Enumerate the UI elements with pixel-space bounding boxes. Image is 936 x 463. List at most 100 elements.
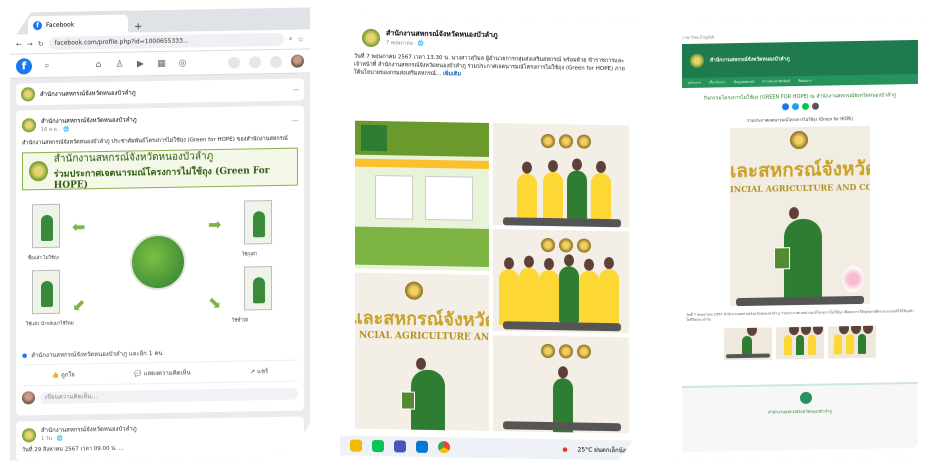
home-icon[interactable]: ⌂	[93, 59, 105, 69]
footer-logo	[800, 392, 812, 404]
nav-item[interactable]: ข่าวประชาสัมพันธ์	[762, 78, 790, 84]
share-label: แชร์	[257, 368, 269, 376]
comment-input[interactable]: เขียนความคิดเห็น...	[40, 387, 298, 404]
gallery-thumbnail[interactable]	[724, 327, 772, 360]
marketplace-icon[interactable]: ▦	[156, 58, 168, 68]
post-author[interactable]: สำนักงานสหกรณ์จังหวัดหนองบัวลำภู	[41, 425, 137, 434]
nav-item[interactable]: ติดต่อเรา	[798, 78, 812, 84]
forward-icon[interactable]: →	[27, 40, 33, 48]
see-more-link[interactable]: เพิ่มเติม	[443, 71, 461, 77]
post-text: สำนักงานสหกรณ์จังหวัดหนองบัวลำภู ประชาสั…	[22, 135, 288, 147]
search-icon[interactable]: ⌕	[41, 60, 53, 70]
gallery-thumbnails	[672, 325, 928, 361]
post-avatar[interactable]	[22, 118, 36, 132]
facebook-photo-post-panel: สำนักงานสหกรณ์จังหวัดหนองบัวลำภู 7 พฤษภา…	[340, 15, 640, 460]
cooperative-seal-icon	[29, 161, 48, 181]
new-tab-button[interactable]: +	[134, 21, 142, 32]
post-body: วันที่ 7 พฤษภาคม 2567 เวลา 13.30 น. นางส…	[354, 53, 625, 78]
post-time[interactable]: 7 พฤษภาคม · 🌐	[386, 39, 498, 49]
facebook-browser-panel: f Facebook + ← → ↻ facebook.com/profile.…	[10, 7, 310, 460]
friends-icon[interactable]: ♙	[114, 59, 126, 69]
banner-line-2: ร่วมประกาศเจตนารมณ์โครงการไม่ใช้ถุง (Gre…	[53, 165, 270, 191]
arrow-icon: ⬊	[208, 292, 222, 313]
diagram-caption: ซื้อแล้ว ไม่ใช้ถุง	[28, 255, 59, 262]
facebook-logo-icon[interactable]: f	[16, 58, 32, 74]
facebook-post: สำนักงานสหกรณ์จังหวัดหนองบัวลำภู 16 ส.ค.…	[16, 105, 304, 415]
search-icon[interactable]: ⌕	[289, 35, 293, 44]
site-header-banner: สำนักงานสหกรณ์จังหวัดหนองบัวลำภู	[682, 40, 918, 78]
like-button[interactable]: 👍 ถูกใจ	[52, 369, 75, 379]
messenger-icon[interactable]	[249, 56, 261, 68]
footer-name: สำนักงานสหกรณ์จังหวัดหนองบัวลำภู	[768, 408, 832, 415]
comment-row: เขียนความคิดเห็น...	[22, 382, 298, 410]
screenshot-collage: f Facebook + ← → ↻ facebook.com/profile.…	[0, 0, 936, 463]
comment-button[interactable]: 💬 แสดงความคิดเห็น	[134, 367, 190, 378]
email-share-icon[interactable]	[812, 103, 819, 110]
gallery-thumbnail[interactable]	[828, 326, 876, 359]
back-icon[interactable]: ←	[16, 40, 22, 48]
line-share-icon[interactable]	[802, 103, 809, 110]
comment-label: แสดงความคิดเห็น	[143, 369, 191, 378]
windows-taskbar: ● 25°C ฝนตกเล็กน้อย	[340, 435, 640, 460]
photo-collage-thumbnail[interactable]	[354, 120, 490, 272]
share-button[interactable]: ↗ แชร์	[250, 366, 268, 376]
facebook-post-2: สำนักงานสหกรณ์จังหวัดหนองบัวลำภู 1 วัน ·…	[16, 416, 304, 460]
more-options-icon[interactable]: ⋯	[293, 86, 299, 93]
site-name[interactable]: สำนักงานสหกรณ์จังหวัดหนองบัวลำภู	[710, 55, 790, 64]
chrome-icon[interactable]	[438, 441, 450, 453]
diagram-caption: ใช้แล้ว นำกลับมาใช้ใหม่	[26, 321, 74, 328]
arrow-icon: ➡	[208, 214, 222, 235]
photo-thumbnail[interactable]	[492, 334, 630, 434]
reaction-text: สำนักงานสหกรณ์จังหวัดหนองบัวลำภู และอีก …	[31, 349, 163, 360]
arrow-icon: ⬅	[72, 217, 86, 237]
website-panel: ภาษาไทย English สำนักงานสหกรณ์จังหวัดหนอ…	[672, 20, 928, 460]
campaign-diagram[interactable]: ซื้อแล้ว ไม่ใช้ถุง ใช้แล้ว นำกลับมาใช้ให…	[22, 192, 298, 347]
post-avatar[interactable]	[22, 428, 36, 442]
campaign-photo	[32, 270, 60, 314]
group-photo-thumbnail[interactable]	[492, 228, 630, 334]
browser-tab[interactable]: f Facebook	[28, 15, 128, 35]
weather-icon: ●	[562, 445, 568, 453]
article-caption: ร่วมประกาศเจตนารมณ์โครงการไม่ใช้ถุง (Gre…	[747, 116, 853, 123]
diagram-caption: ใช้ซ้ำได้	[232, 318, 249, 324]
gaming-icon[interactable]: ◎	[177, 58, 189, 68]
post-avatar[interactable]	[362, 28, 380, 46]
reload-icon[interactable]: ↻	[38, 40, 44, 48]
post-text: วันที่ 29 สิงหาคม 2567 เวลา 09.00 น. ...	[22, 445, 124, 454]
arrow-icon: ⬋	[72, 295, 86, 315]
post-author[interactable]: สำนักงานสหกรณ์จังหวัดหนองบัวลำภู	[41, 116, 137, 125]
office-sign-en: NCIAL AGRICULTURE AND COO	[359, 330, 490, 344]
green-for-hope-banner: สำนักงานสหกรณ์จังหวัดหนองบัวลำภู ร่วมประ…	[22, 148, 298, 191]
group-photo-thumbnail[interactable]	[492, 122, 630, 228]
teams-icon[interactable]	[394, 440, 406, 452]
campaign-photo	[244, 266, 272, 310]
article-main-photo[interactable]: และสหกรณ์จังหวัด INCIAL AGRICULTURE AND …	[730, 126, 870, 306]
profile-avatar[interactable]	[291, 54, 304, 67]
weather-text[interactable]: 25°C ฝนตกเล็กน้อย	[578, 445, 630, 456]
video-icon[interactable]: ▶	[135, 59, 147, 69]
gallery-thumbnail[interactable]	[776, 327, 824, 360]
outlook-icon[interactable]	[416, 441, 428, 453]
site-logo[interactable]	[690, 54, 704, 68]
line-app-icon[interactable]	[372, 440, 384, 452]
nav-item[interactable]: เกี่ยวกับเรา	[709, 79, 726, 85]
facebook-top-nav: f ⌕ ⌂ ♙ ▶ ▦ ◎	[10, 49, 310, 78]
office-sign-text: และสหกรณ์จังหวัด	[354, 307, 490, 332]
nav-item[interactable]: หน้าแรก	[688, 80, 701, 86]
post-time[interactable]: 1 วัน · 🌐	[41, 433, 137, 443]
page-name[interactable]: สำนักงานสหกรณ์จังหวัดหนองบัวลำภู	[40, 87, 136, 99]
post-header: สำนักงานสหกรณ์จังหวัดหนองบัวลำภู 7 พฤษภา…	[340, 15, 640, 55]
notification-icon[interactable]	[270, 55, 282, 67]
post-author[interactable]: สำนักงานสหกรณ์จังหวัดหนองบัวลำภู	[386, 29, 498, 39]
file-explorer-icon[interactable]	[350, 440, 362, 452]
bookmark-star-icon[interactable]: ☆	[298, 35, 304, 43]
page-logo	[21, 87, 35, 101]
menu-icon[interactable]	[228, 56, 240, 68]
facebook-share-icon[interactable]	[782, 103, 789, 110]
nav-item[interactable]: ข้อมูลสหกรณ์	[734, 79, 755, 85]
url-field[interactable]: facebook.com/profile.php?id=1000655333..…	[49, 33, 284, 50]
post-options-icon[interactable]: ⋯	[292, 117, 298, 124]
main-photo-thumbnail[interactable]: และสหกรณ์จังหวัด NCIAL AGRICULTURE AND C…	[354, 272, 490, 432]
post-time[interactable]: 16 ส.ค. · 🌐	[41, 124, 137, 134]
twitter-share-icon[interactable]	[792, 103, 799, 110]
